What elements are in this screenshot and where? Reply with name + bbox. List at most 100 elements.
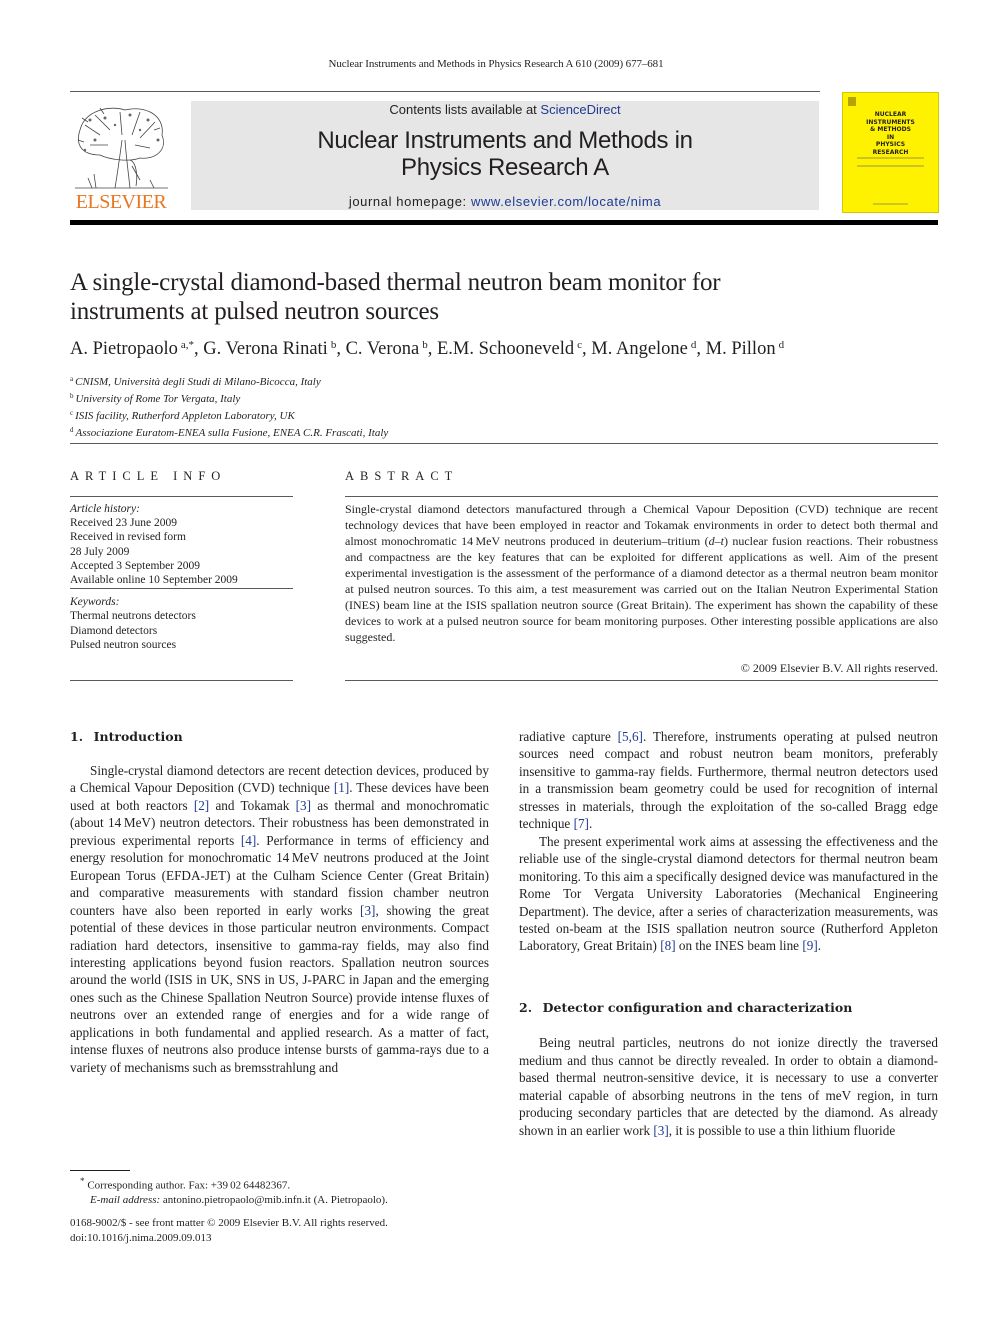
- affiliation-item: d Associazione Euratom-ENEA sulla Fusione…: [70, 423, 670, 440]
- footnote-marker: *: [80, 1176, 85, 1186]
- affiliation-marker[interactable]: d: [691, 339, 697, 351]
- author-name: G. Verona Rinati: [203, 339, 328, 359]
- author-name: E.M. Schooneveld: [436, 339, 575, 359]
- affiliation-item: b University of Rome Tor Vergata, Italy: [70, 389, 670, 406]
- email-label: E-mail address:: [90, 1194, 161, 1207]
- article-title-line-2: instruments at pulsed neutron sources: [70, 298, 439, 325]
- keyword[interactable]: Diamond detectors: [70, 624, 293, 638]
- author[interactable]: M. Angelone d: [591, 339, 696, 359]
- keyword[interactable]: Pulsed neutron sources: [70, 638, 293, 652]
- contents-prefix: Contents lists available at: [389, 102, 541, 117]
- citation-link[interactable]: [1]: [334, 780, 349, 795]
- journal-title-line-2: Physics Research A: [400, 154, 610, 181]
- history-label: Article history:: [70, 503, 140, 515]
- citation-link[interactable]: [2]: [194, 798, 209, 813]
- affiliation-key: a: [70, 375, 74, 383]
- cover-subtitle-lines: [857, 157, 924, 167]
- affiliation-key: b: [70, 392, 74, 400]
- column-left: Single-crystal diamond detectors are rec…: [70, 762, 489, 1076]
- paragraph: Being neutral particles, neutrons do not…: [519, 1034, 938, 1139]
- email-link[interactable]: antonino.pietropaolo@mib.infn.it: [163, 1194, 311, 1206]
- homepage-prefix: journal homepage:: [348, 194, 471, 209]
- author-list: A. Pietropaolo a,*, G. Verona Rinati b, C.…: [70, 339, 785, 359]
- journal-title: Nuclear Instruments and Methods in Physi…: [191, 127, 819, 181]
- author-name: A. Pietropaolo: [70, 339, 178, 359]
- article-info-rule-bottom: [70, 680, 293, 681]
- cover-emblem-icon: [848, 97, 856, 106]
- issn-line: 0168-9002/$ - see front matter © 2009 El…: [70, 1217, 388, 1229]
- author[interactable]: M. Pillon d: [706, 339, 784, 359]
- author[interactable]: C. Verona b: [346, 339, 428, 359]
- section-heading-detector: 2. Detector configuration and characteri…: [519, 999, 853, 1015]
- author[interactable]: A. Pietropaolo a,*: [70, 339, 194, 359]
- history-item: Received 23 June 2009: [70, 517, 177, 530]
- affiliation-marker[interactable]: b: [422, 339, 428, 351]
- elsevier-logo[interactable]: ELSEVIER: [70, 100, 172, 212]
- citation-link[interactable]: [3]: [653, 1123, 668, 1138]
- section-heading-introduction: 1. Introduction: [70, 729, 183, 744]
- affiliation-text: University of Rome Tor Vergata, Italy: [75, 393, 241, 405]
- keywords-label: Keywords:: [70, 596, 120, 609]
- cover-footer-line: [873, 203, 908, 205]
- affiliation-marker[interactable]: d: [779, 339, 785, 351]
- citation-link[interactable]: [4]: [241, 833, 256, 848]
- author-name: M. Pillon: [705, 339, 776, 359]
- journal-banner: Contents lists available at ScienceDirec…: [191, 101, 819, 210]
- footnote-email: E-mail address: antonino.pietropaolo@mib…: [80, 1193, 500, 1208]
- citation-link[interactable]: [3]: [296, 798, 311, 813]
- cover-title-line: PHYSICS: [875, 141, 906, 148]
- top-rule: [70, 91, 820, 92]
- email-suffix: (A. Pietropaolo).: [310, 1194, 388, 1207]
- paragraph: Single-crystal diamond detectors are rec…: [70, 762, 489, 1076]
- abstract-heading: ABSTRACT: [345, 469, 459, 483]
- affiliations: a CNISM, Università degli Studi di Milano…: [70, 372, 670, 440]
- history-item: Available online 10 September 2009: [70, 573, 293, 590]
- text-run: on the INES beam line: [675, 938, 803, 954]
- running-head: Nuclear Instruments and Methods in Physi…: [328, 58, 664, 70]
- abstract-rule-bottom: [345, 680, 938, 681]
- text-run: The present experimental work aims at as…: [519, 833, 938, 954]
- journal-homepage: journal homepage: www.elsevier.com/locat…: [191, 194, 819, 209]
- front-matter-footer: 0168-9002/$ - see front matter © 2009 El…: [70, 1216, 490, 1245]
- homepage-link[interactable]: www.elsevier.com/locate/nima: [471, 194, 661, 209]
- article-title: A single-crystal diamond-based thermal n…: [70, 268, 940, 326]
- text-run: and Tokamak: [209, 797, 296, 813]
- citation-link[interactable]: [7]: [574, 816, 589, 831]
- text-run: , it is possible to use a thin lithium f…: [668, 1122, 896, 1138]
- doi-link[interactable]: doi:10.1016/j.nima.2009.09.013: [70, 1232, 211, 1244]
- citation-link[interactable]: [3]: [360, 903, 375, 918]
- citation-link[interactable]: [8]: [660, 938, 675, 953]
- elsevier-wordmark: ELSEVIER: [75, 191, 167, 213]
- cover-title-line: & METHODS: [870, 126, 911, 133]
- article-info-rule-top: [70, 496, 293, 497]
- journal-cover-thumbnail[interactable]: NUCLEAR INSTRUMENTS & METHODS IN PHYSICS…: [842, 92, 939, 213]
- affiliation-key: c: [70, 409, 74, 417]
- affiliation-marker[interactable]: c: [577, 339, 582, 351]
- paragraph: radiative capture [5,6]. Therefore, inst…: [519, 728, 938, 833]
- text-run: , showing the great potential of these d…: [70, 902, 489, 1075]
- abstract-text-italic: d–t: [708, 534, 724, 548]
- abstract-text: Single-crystal diamond detectors manufac…: [345, 501, 938, 645]
- citation-link[interactable]: [5,6]: [618, 729, 643, 744]
- cover-title-line: INSTRUMENTS: [866, 118, 915, 126]
- citation-link[interactable]: [9]: [802, 938, 817, 953]
- keyword[interactable]: Thermal neutrons detectors: [70, 609, 293, 623]
- paragraph: The present experimental work aims at as…: [519, 833, 938, 955]
- header-divider: [70, 443, 938, 444]
- article-info-heading: ARTICLE INFO: [70, 469, 227, 483]
- affiliation-marker[interactable]: b: [331, 339, 337, 351]
- affiliation-marker[interactable]: a,*: [181, 339, 194, 351]
- cover-title-line: NUCLEAR: [874, 111, 907, 118]
- author-name: M. Angelone: [591, 339, 688, 359]
- cover-title-line: RESEARCH: [872, 148, 909, 156]
- article-info: Article history: Received 23 June 2009 R…: [70, 502, 293, 652]
- history-item: 28 July 2009: [70, 545, 130, 558]
- author[interactable]: E.M. Schooneveld c: [437, 339, 582, 359]
- affiliation-item: a CNISM, Università degli Studi di Milano…: [70, 372, 670, 389]
- article-title-line-1: A single-crystal diamond-based thermal n…: [70, 269, 721, 296]
- history-item: Accepted 3 September 2009: [70, 559, 200, 572]
- affiliation-item: c ISIS facility, Rutherford Appleton Labo…: [70, 406, 670, 423]
- sciencedirect-link[interactable]: ScienceDirect: [540, 102, 620, 117]
- author[interactable]: G. Verona Rinati b: [203, 339, 336, 359]
- footnote: * Corresponding author. Fax: +39 02 6448…: [80, 1174, 500, 1208]
